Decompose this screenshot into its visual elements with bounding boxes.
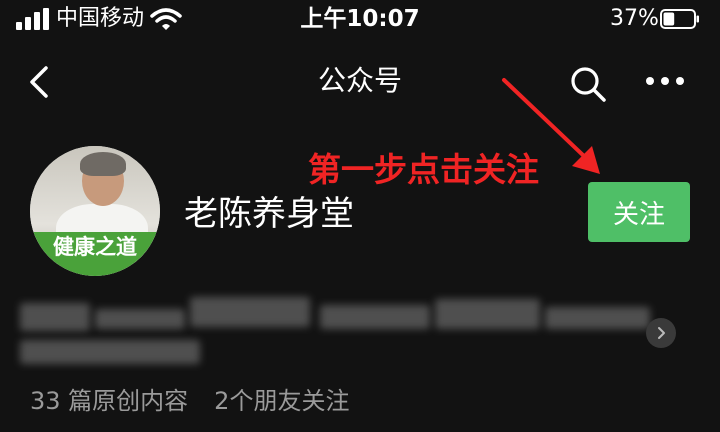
avatar-label: 健康之道 — [53, 235, 137, 259]
chevron-right-icon — [658, 327, 665, 339]
friends-following[interactable]: 2个朋友关注 — [214, 387, 349, 415]
expand-description-button[interactable] — [646, 318, 676, 348]
annotation-text: 第一步点击关注 — [308, 150, 539, 189]
avatar[interactable]: 健康之道 — [30, 146, 160, 276]
account-stats: 33 篇原创内容 2个朋友关注 — [30, 384, 349, 418]
battery-percent: 37% — [610, 6, 659, 31]
more-icon[interactable] — [644, 72, 686, 90]
original-count[interactable]: 33 篇原创内容 — [30, 387, 188, 415]
account-name: 老陈养身堂 — [184, 194, 354, 234]
follow-button[interactable]: 关注 — [588, 182, 690, 242]
account-description-blurred[interactable] — [20, 285, 650, 370]
battery-icon — [660, 9, 699, 29]
